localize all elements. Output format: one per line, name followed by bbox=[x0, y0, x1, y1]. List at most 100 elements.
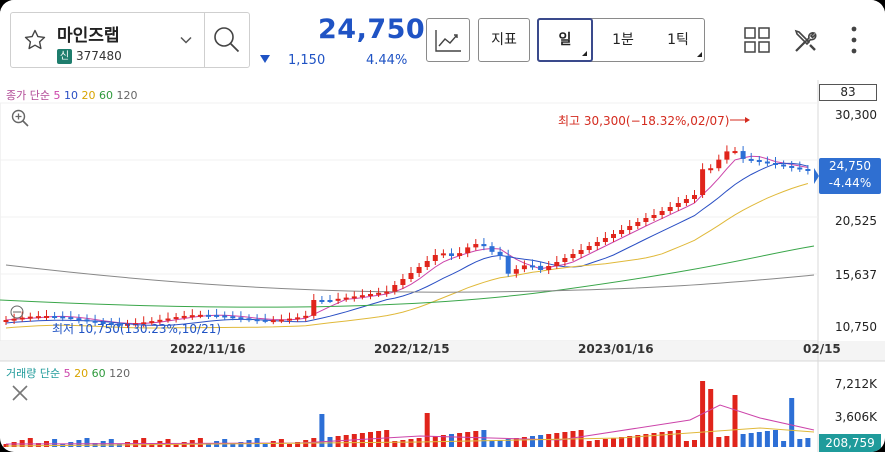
volume-bar bbox=[327, 437, 333, 447]
new-listing-badge: 신 bbox=[57, 49, 72, 64]
trend-tool-button[interactable] bbox=[426, 18, 470, 62]
price-change-pct: 4.44% bbox=[366, 53, 408, 68]
candle-body bbox=[254, 319, 260, 322]
x-label: 2022/12/15 bbox=[374, 342, 450, 356]
high-arrow-head bbox=[745, 117, 750, 123]
y-label: 30,300 bbox=[835, 108, 877, 122]
candle-body bbox=[700, 169, 706, 195]
volume-bar bbox=[254, 438, 260, 447]
volume-bar bbox=[335, 436, 341, 447]
period-1min[interactable]: 1분 bbox=[595, 19, 651, 61]
search-icon[interactable] bbox=[212, 25, 242, 55]
volume-bar bbox=[667, 431, 673, 447]
line-chart-icon bbox=[435, 30, 461, 52]
candle-body bbox=[740, 151, 746, 159]
period-day[interactable]: 일 bbox=[537, 18, 593, 62]
corner-caret-icon bbox=[582, 51, 587, 56]
indicator-button[interactable]: 지표 bbox=[478, 18, 530, 62]
candle-body bbox=[513, 269, 519, 274]
volume-bar bbox=[351, 434, 357, 447]
ma-legend-prefix: 종가 단순 bbox=[6, 89, 50, 102]
period-1tick[interactable]: 1틱 bbox=[650, 19, 706, 61]
candle-body bbox=[35, 316, 41, 319]
stock-selector[interactable]: 마인즈랩 신 377480 bbox=[10, 12, 250, 68]
candle-body bbox=[594, 242, 600, 246]
candle-body bbox=[359, 295, 365, 298]
candle-body bbox=[797, 167, 803, 170]
candle-body bbox=[538, 265, 544, 270]
candle-body bbox=[683, 199, 689, 203]
candle-body bbox=[52, 316, 58, 319]
candle-body bbox=[311, 300, 317, 316]
candle-body bbox=[748, 158, 754, 161]
volume-legend[interactable]: 거래량 단순 5 20 60 120 bbox=[6, 365, 130, 381]
volume-bar bbox=[716, 437, 722, 447]
star-icon[interactable] bbox=[23, 28, 47, 52]
candle-body bbox=[327, 300, 333, 302]
volume-bar bbox=[538, 435, 544, 447]
volume-bar bbox=[359, 433, 365, 447]
high-price-label: 최고 30,300(−18.32%,02/07) bbox=[558, 114, 730, 128]
period-selector: 일 1분 1틱 bbox=[537, 18, 705, 62]
candle-body bbox=[781, 164, 787, 167]
volume-bar bbox=[732, 395, 738, 447]
ma-legend[interactable]: 종가 단순 5 10 20 60 120 bbox=[6, 87, 137, 103]
candle-body bbox=[708, 168, 714, 171]
ma-legend-5: 5 bbox=[53, 89, 61, 102]
close-icon[interactable] bbox=[10, 383, 30, 403]
candle-body bbox=[351, 296, 357, 299]
volume-bar bbox=[513, 438, 519, 447]
volume-bar bbox=[473, 431, 479, 447]
volume-bar bbox=[675, 430, 681, 447]
volume-bar bbox=[797, 439, 803, 447]
volume-bar bbox=[530, 436, 535, 447]
x-label: 2023/01/16 bbox=[578, 342, 654, 356]
volume-bar bbox=[408, 439, 414, 447]
candle-body bbox=[278, 319, 284, 322]
candle-body bbox=[60, 316, 66, 319]
candle-body bbox=[432, 255, 438, 261]
candle-body bbox=[287, 318, 292, 321]
volume-bar bbox=[368, 432, 373, 447]
candle-body bbox=[408, 273, 414, 279]
zoom-in-icon[interactable] bbox=[10, 108, 30, 128]
candle-body bbox=[27, 316, 33, 319]
chevron-down-icon[interactable] bbox=[179, 33, 193, 47]
more-vertical-icon[interactable] bbox=[849, 25, 859, 55]
candle-body bbox=[570, 254, 576, 258]
price-change: 1,150 bbox=[288, 53, 326, 68]
volume-bar bbox=[683, 441, 689, 447]
candle-body bbox=[44, 316, 49, 319]
candle-body bbox=[230, 316, 236, 319]
divider bbox=[204, 13, 205, 67]
layout-grid-icon[interactable] bbox=[744, 27, 770, 53]
volume-bar bbox=[230, 444, 236, 447]
price-chart[interactable] bbox=[0, 80, 885, 452]
x-label: 02/15 bbox=[803, 342, 841, 356]
vol-ma5-line bbox=[5, 404, 815, 445]
candle-body bbox=[481, 244, 487, 247]
tools-icon[interactable] bbox=[792, 27, 820, 55]
candle-body bbox=[554, 262, 560, 266]
header: 마인즈랩 신 377480 24,750 1,150 4.44% 지표 일 1분… bbox=[0, 0, 885, 80]
candle-body bbox=[716, 159, 722, 169]
candle-body bbox=[68, 317, 74, 320]
candle-body bbox=[238, 317, 244, 320]
y-label: 15,637 bbox=[835, 268, 877, 282]
candle-body bbox=[764, 161, 770, 164]
volume-bar bbox=[602, 439, 608, 447]
volume-bar bbox=[287, 444, 292, 447]
candle-body bbox=[651, 215, 657, 218]
candle-body bbox=[756, 160, 762, 162]
candle-body bbox=[675, 203, 681, 207]
ma60-line bbox=[0, 245, 815, 308]
down-arrow-icon bbox=[260, 55, 270, 63]
ma20-line bbox=[5, 183, 809, 329]
candle-body bbox=[376, 292, 382, 295]
candle-body bbox=[392, 285, 398, 292]
candle-body bbox=[805, 169, 811, 171]
candle-body bbox=[546, 266, 552, 270]
vol-y-label: 3,606K bbox=[834, 410, 877, 424]
candle-body bbox=[643, 218, 649, 222]
ma-legend-120: 120 bbox=[116, 89, 138, 102]
